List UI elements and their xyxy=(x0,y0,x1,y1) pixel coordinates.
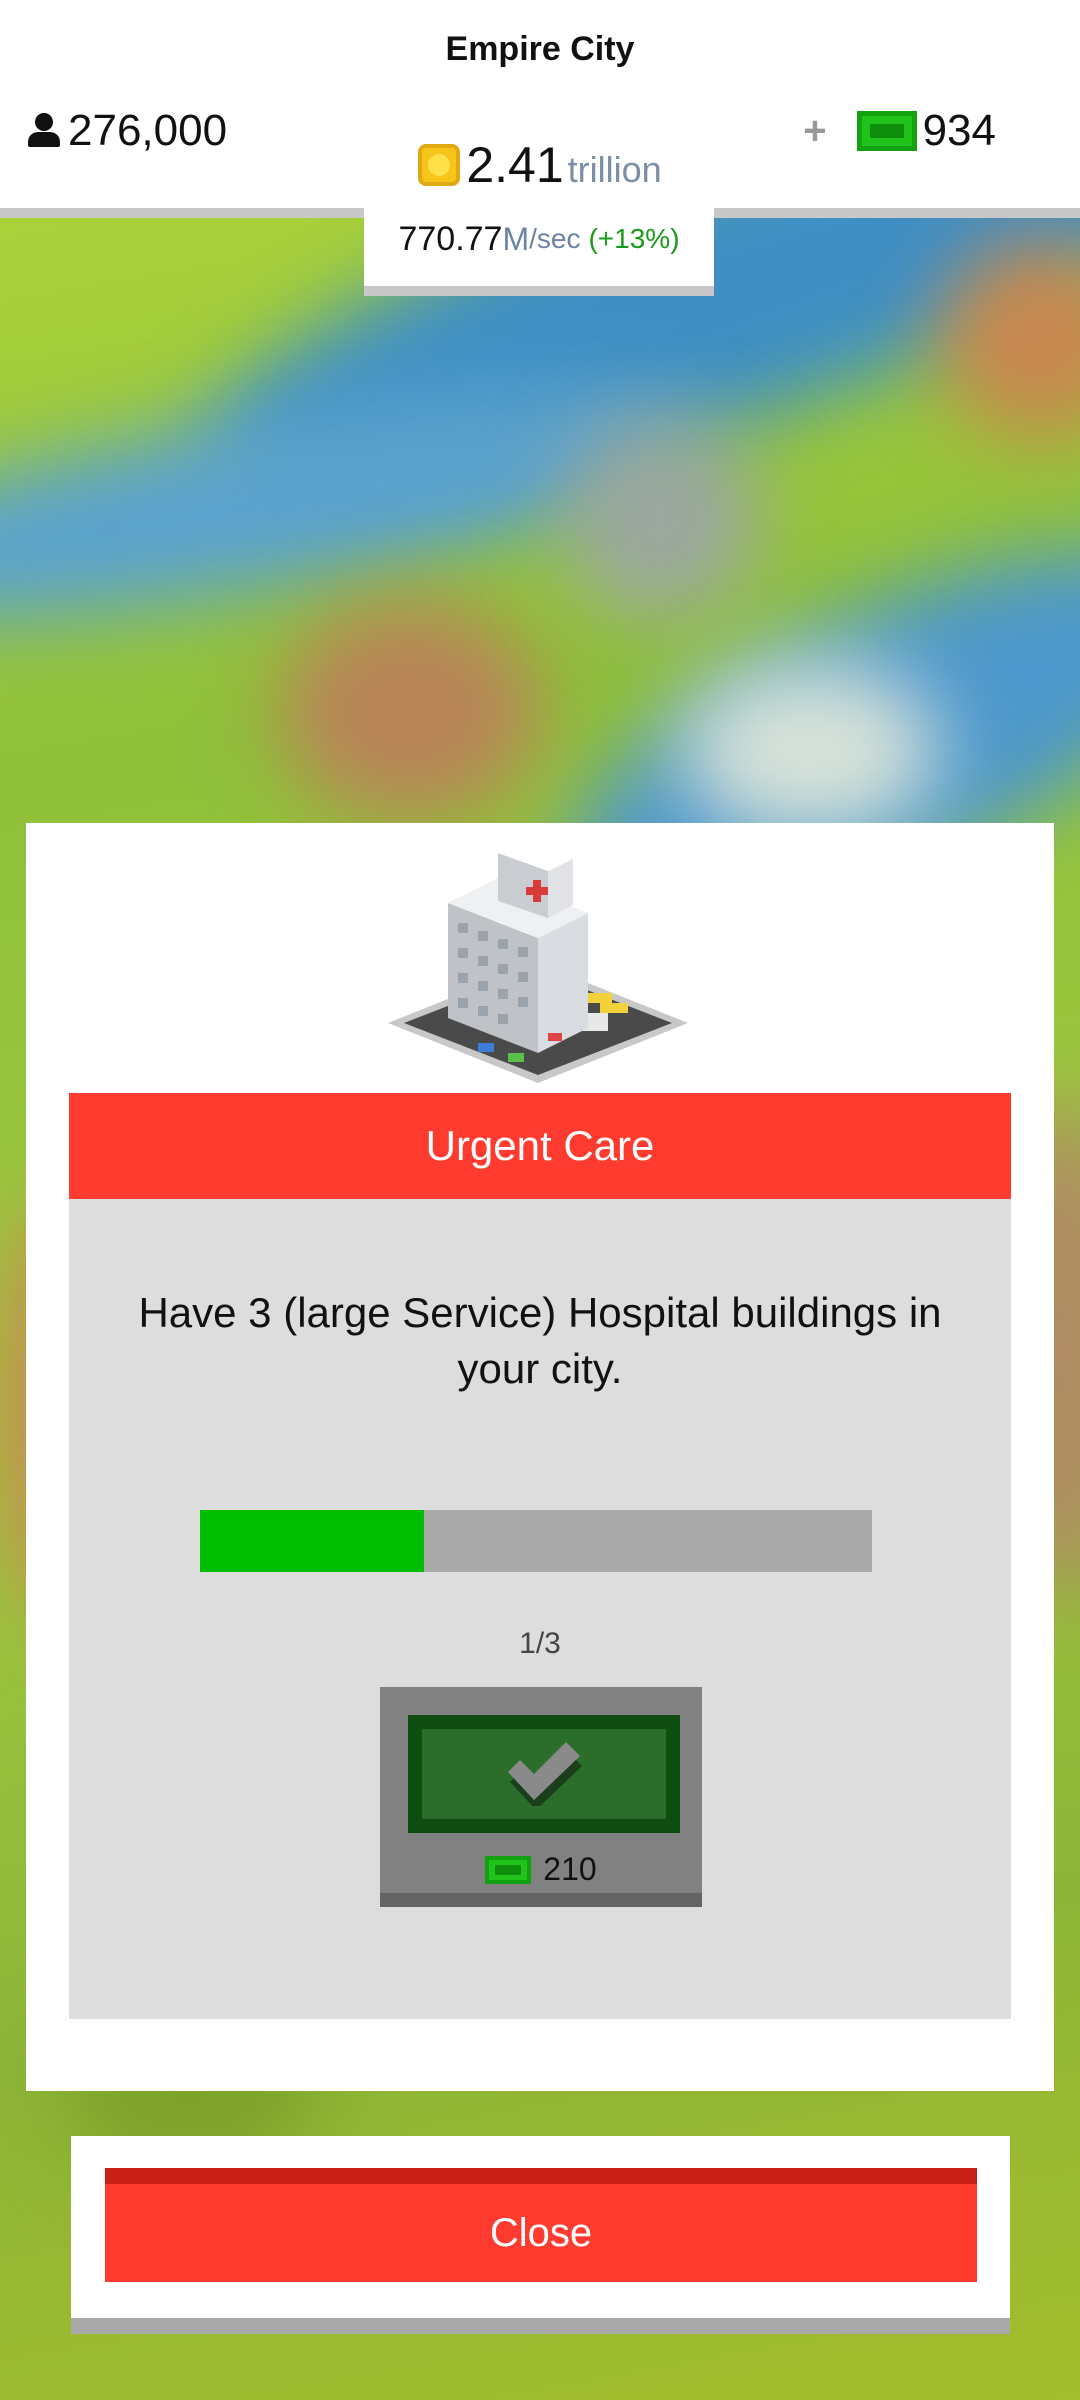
income-rate: 770.77 M /sec (+13%) xyxy=(364,208,714,296)
rate-unit: M xyxy=(502,220,530,257)
top-hud: Empire City 276,000 2.41 trillion + 934 xyxy=(0,0,1080,218)
check-icon xyxy=(508,1742,582,1806)
city-name: Empire City xyxy=(445,30,635,68)
goal-title: Urgent Care xyxy=(69,1093,1011,1199)
claim-button[interactable] xyxy=(408,1715,680,1833)
coin-icon xyxy=(418,144,461,186)
goal-progress-fill xyxy=(200,1510,424,1572)
rate-bonus: (+13%) xyxy=(588,223,680,254)
reward-value: 210 xyxy=(543,1851,597,1887)
rate-per: /sec xyxy=(529,223,581,254)
coin-unit: trillion xyxy=(567,149,662,190)
cash-icon xyxy=(485,1855,532,1884)
goal-description: Have 3 (large Service) Hospital building… xyxy=(138,1289,942,1392)
goal-panel: Have 3 (large Service) Hospital building… xyxy=(69,1199,1011,2019)
close-area: Close xyxy=(71,2136,1010,2334)
goal-modal: Urgent Care Have 3 (large Service) Hospi… xyxy=(26,823,1054,2091)
reward-display: 210 xyxy=(380,1851,702,1888)
cash-balance[interactable]: + 934 xyxy=(803,106,996,156)
cash-icon xyxy=(856,111,917,151)
hospital-building-icon xyxy=(388,843,688,1083)
cash-value: 934 xyxy=(922,106,996,155)
claim-reward-box: 210 xyxy=(380,1687,702,1907)
coin-value: 2.41 xyxy=(466,137,564,193)
close-button[interactable]: Close xyxy=(105,2168,977,2282)
goal-progress-text: 1/3 xyxy=(519,1627,561,1660)
plus-icon[interactable]: + xyxy=(803,109,826,154)
goal-progress-bar xyxy=(200,1510,872,1572)
rate-value: 770.77 xyxy=(398,219,503,258)
